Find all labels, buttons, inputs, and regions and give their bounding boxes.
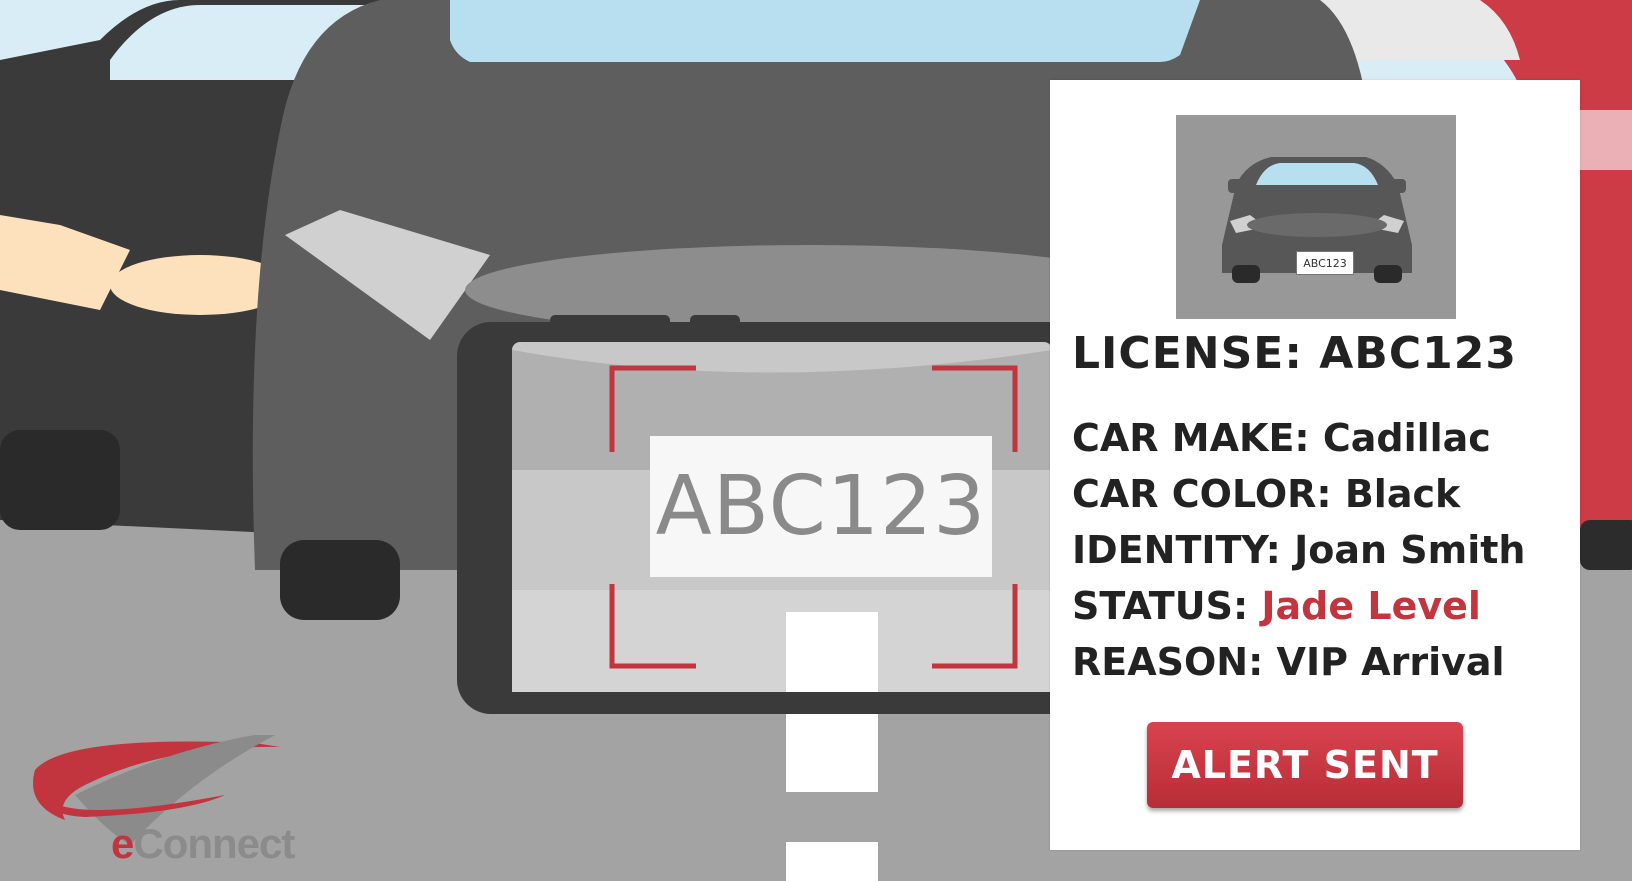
detail-status: STATUS: Jade Level	[1072, 578, 1525, 634]
detail-value: Cadillac	[1322, 416, 1491, 460]
scanned-license-plate: ABC123	[650, 436, 992, 577]
detail-reason: REASON: VIP Arrival	[1072, 634, 1525, 690]
thumbnail-plate: ABC123	[1296, 251, 1354, 275]
detail-label: STATUS:	[1072, 584, 1249, 628]
status-value: Jade Level	[1261, 584, 1481, 628]
logo-e: e	[111, 820, 134, 867]
detail-value: VIP Arrival	[1276, 640, 1505, 684]
detail-identity: IDENTITY: Joan Smith	[1072, 522, 1525, 578]
car-front-icon	[1222, 157, 1412, 283]
logo-wordmark: eConnect	[111, 820, 295, 868]
detail-value: Black	[1344, 472, 1461, 516]
detail-label: CAR COLOR:	[1072, 472, 1332, 516]
econnect-logo: eConnect	[25, 730, 335, 875]
license-line: LICENSE: ABC123	[1072, 328, 1517, 379]
license-label: LICENSE:	[1072, 328, 1303, 379]
scanned-plate-text: ABC123	[655, 459, 987, 554]
detail-label: IDENTITY:	[1072, 528, 1281, 572]
thumbnail-plate-text: ABC123	[1303, 256, 1347, 270]
detail-car-color: CAR COLOR: Black	[1072, 466, 1525, 522]
detail-label: REASON:	[1072, 640, 1264, 684]
license-plate-recognition-illustration: ABC123 ABC123 LICENSE: ABC123 CAR MAKE: …	[0, 0, 1632, 881]
vehicle-info-card: ABC123 LICENSE: ABC123 CAR MAKE: Cadilla…	[1050, 80, 1580, 850]
detail-value: Joan Smith	[1294, 528, 1526, 572]
detail-label: CAR MAKE:	[1072, 416, 1310, 460]
vehicle-details: CAR MAKE: Cadillac CAR COLOR: Black IDEN…	[1072, 410, 1525, 690]
logo-connect: Connect	[133, 820, 295, 867]
detail-car-make: CAR MAKE: Cadillac	[1072, 410, 1525, 466]
vehicle-thumbnail: ABC123	[1176, 115, 1456, 319]
lane-dash	[786, 842, 878, 881]
alert-sent-button[interactable]: ALERT SENT	[1147, 722, 1463, 808]
license-value: ABC123	[1319, 328, 1517, 379]
